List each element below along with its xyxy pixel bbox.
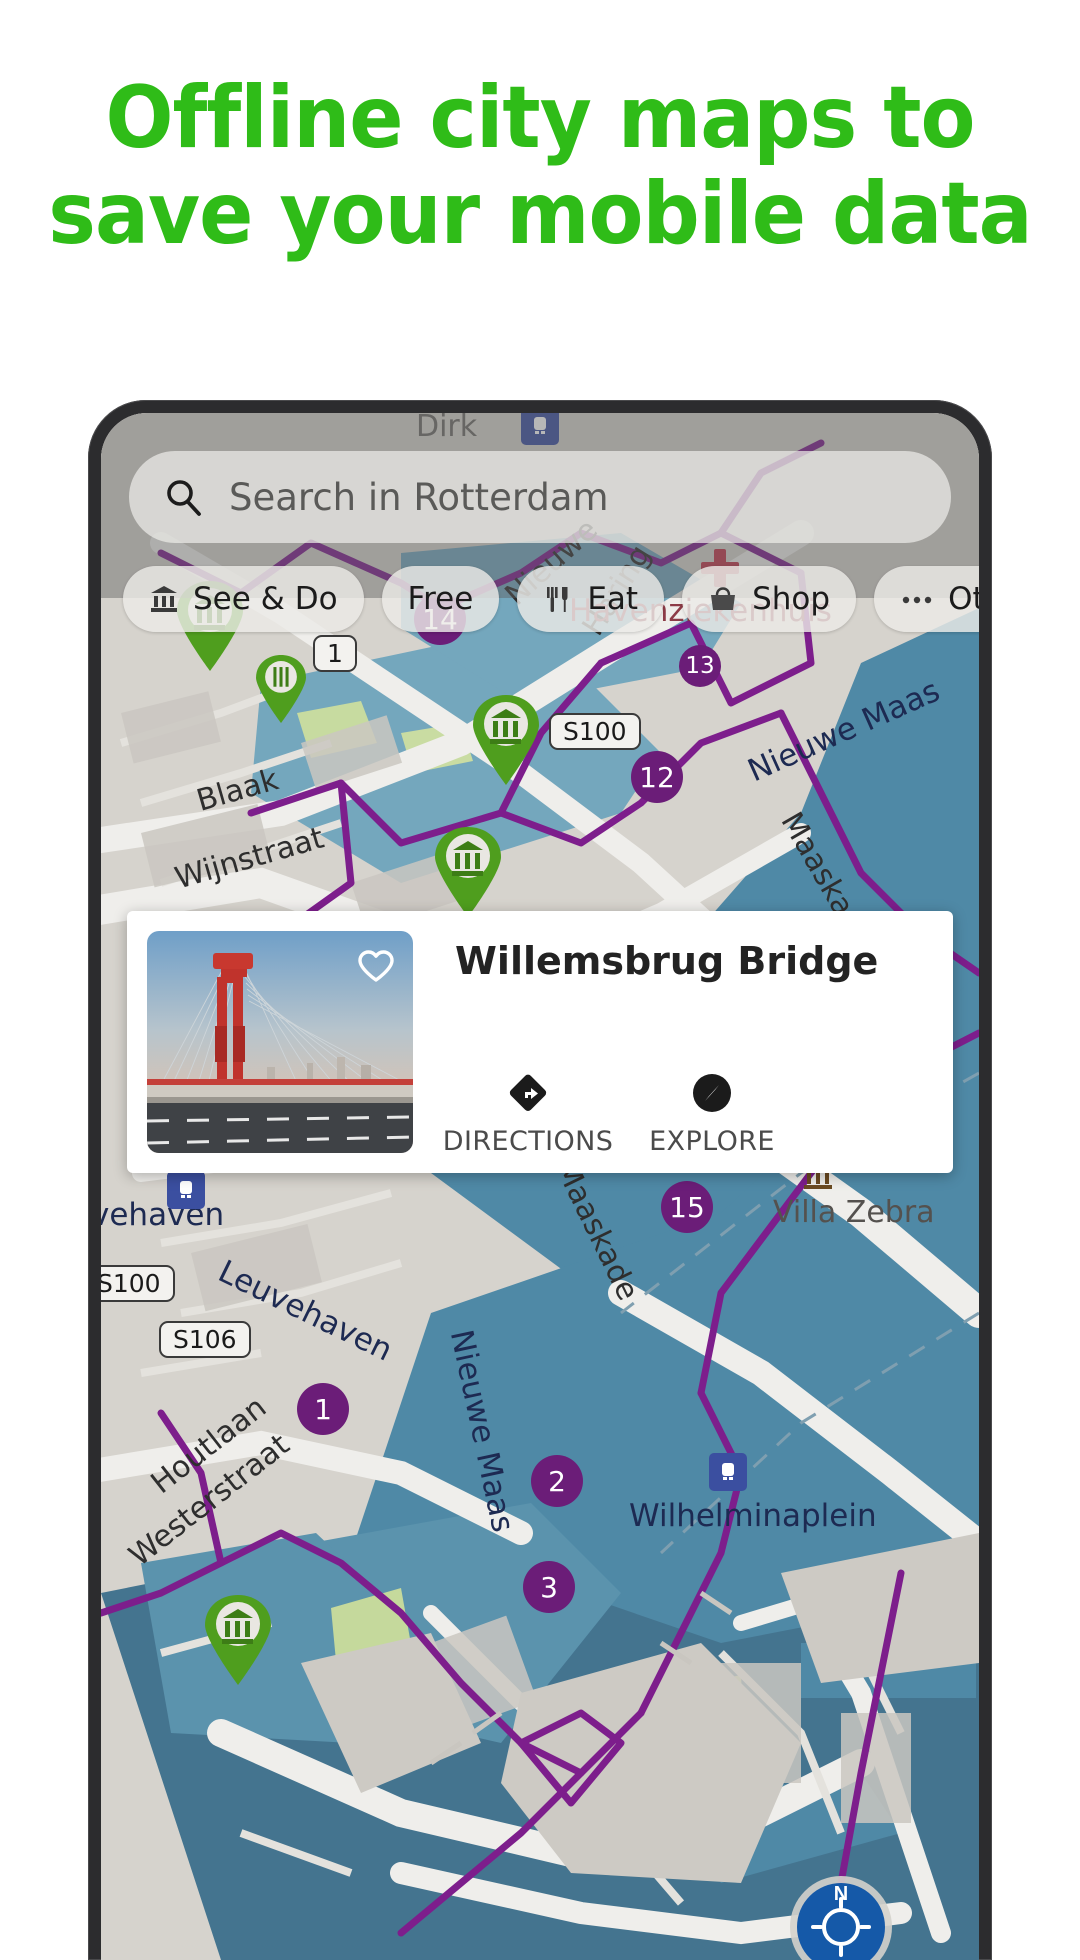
route-node-1[interactable]: 1 (297, 1383, 349, 1435)
map-canvas[interactable]: Dirk Nieuwe Haring Havenziekenhuis Nieuw… (101, 413, 979, 1960)
search-input[interactable]: Search in Rotterdam (229, 476, 609, 519)
chip-shop[interactable]: Shop (682, 566, 857, 632)
chip-free[interactable]: Free (381, 566, 500, 632)
compass-icon (693, 1074, 731, 1112)
search-bar[interactable]: Search in Rotterdam (129, 451, 951, 543)
shopping-bag-icon (711, 587, 736, 610)
museum-icon (151, 586, 177, 612)
map-compass-control[interactable]: N (787, 1873, 895, 1960)
road-shield-1: 1 (313, 635, 357, 672)
chip-label: Shop (752, 581, 831, 617)
headline-line-2: save your mobile data (48, 164, 1032, 265)
poi-pin-restaurant[interactable] (253, 653, 309, 725)
explore-label: EXPLORE (649, 1126, 775, 1157)
route-node-2[interactable]: 2 (531, 1455, 583, 1507)
place-card-body: Willemsbrug Bridge DIRECTIONS EXPLORE (433, 911, 953, 1173)
poi-pin-museum-3[interactable] (431, 825, 505, 919)
headline-line-1: Offline city maps to (105, 68, 975, 168)
route-node-12[interactable]: 12 (631, 751, 683, 803)
chip-eat[interactable]: Eat (517, 566, 665, 632)
chip-see-and-do[interactable]: See & Do (123, 566, 364, 632)
poi-pin-museum-5[interactable] (201, 1593, 275, 1687)
chip-label: See & Do (193, 581, 338, 617)
road-shield-s100-upper: S100 (549, 713, 641, 750)
place-photo[interactable] (147, 931, 413, 1153)
ellipsis-icon (902, 596, 932, 604)
train-icon (722, 1463, 734, 1480)
place-title: Willemsbrug Bridge (455, 939, 879, 983)
chip-label: Free (407, 581, 474, 617)
poi-pin-museum-2[interactable] (469, 693, 543, 787)
route-node-15[interactable]: 15 (661, 1181, 713, 1233)
road-shield-s100-lower: S100 (101, 1265, 175, 1302)
phone-mockup: Dirk Nieuwe Haring Havenziekenhuis Nieuw… (88, 400, 992, 1960)
train-icon (180, 1181, 192, 1198)
place-card[interactable]: Willemsbrug Bridge DIRECTIONS EXPLORE (127, 911, 953, 1173)
road-shield-s106: S106 (159, 1321, 251, 1358)
cutlery-icon (547, 587, 568, 612)
favorite-heart-icon[interactable] (355, 945, 397, 987)
directions-button[interactable]: DIRECTIONS (443, 1070, 613, 1157)
filter-chip-row[interactable]: See & Do Free Eat Shop Ot (113, 563, 979, 635)
explore-button[interactable]: EXPLORE (639, 1070, 785, 1157)
promo-headline: Offline city maps to save your mobile da… (38, 70, 1042, 263)
search-icon (167, 480, 201, 516)
route-node-13[interactable]: 13 (679, 645, 721, 687)
metro-station-icon-wilhelminaplein[interactable] (709, 1453, 747, 1491)
chip-other[interactable]: Other (874, 566, 979, 632)
directions-label: DIRECTIONS (442, 1126, 614, 1157)
compass-north-label: N (834, 1883, 848, 1905)
chip-label: Other (948, 581, 979, 617)
place-card-actions[interactable]: DIRECTIONS EXPLORE (443, 1070, 785, 1157)
phone-screen: Dirk Nieuwe Haring Havenziekenhuis Nieuw… (101, 413, 979, 1960)
chip-label: Eat (587, 581, 639, 617)
directions-arrow-icon (509, 1074, 547, 1111)
metro-station-icon-left[interactable] (167, 1171, 205, 1209)
route-node-3[interactable]: 3 (523, 1561, 575, 1613)
